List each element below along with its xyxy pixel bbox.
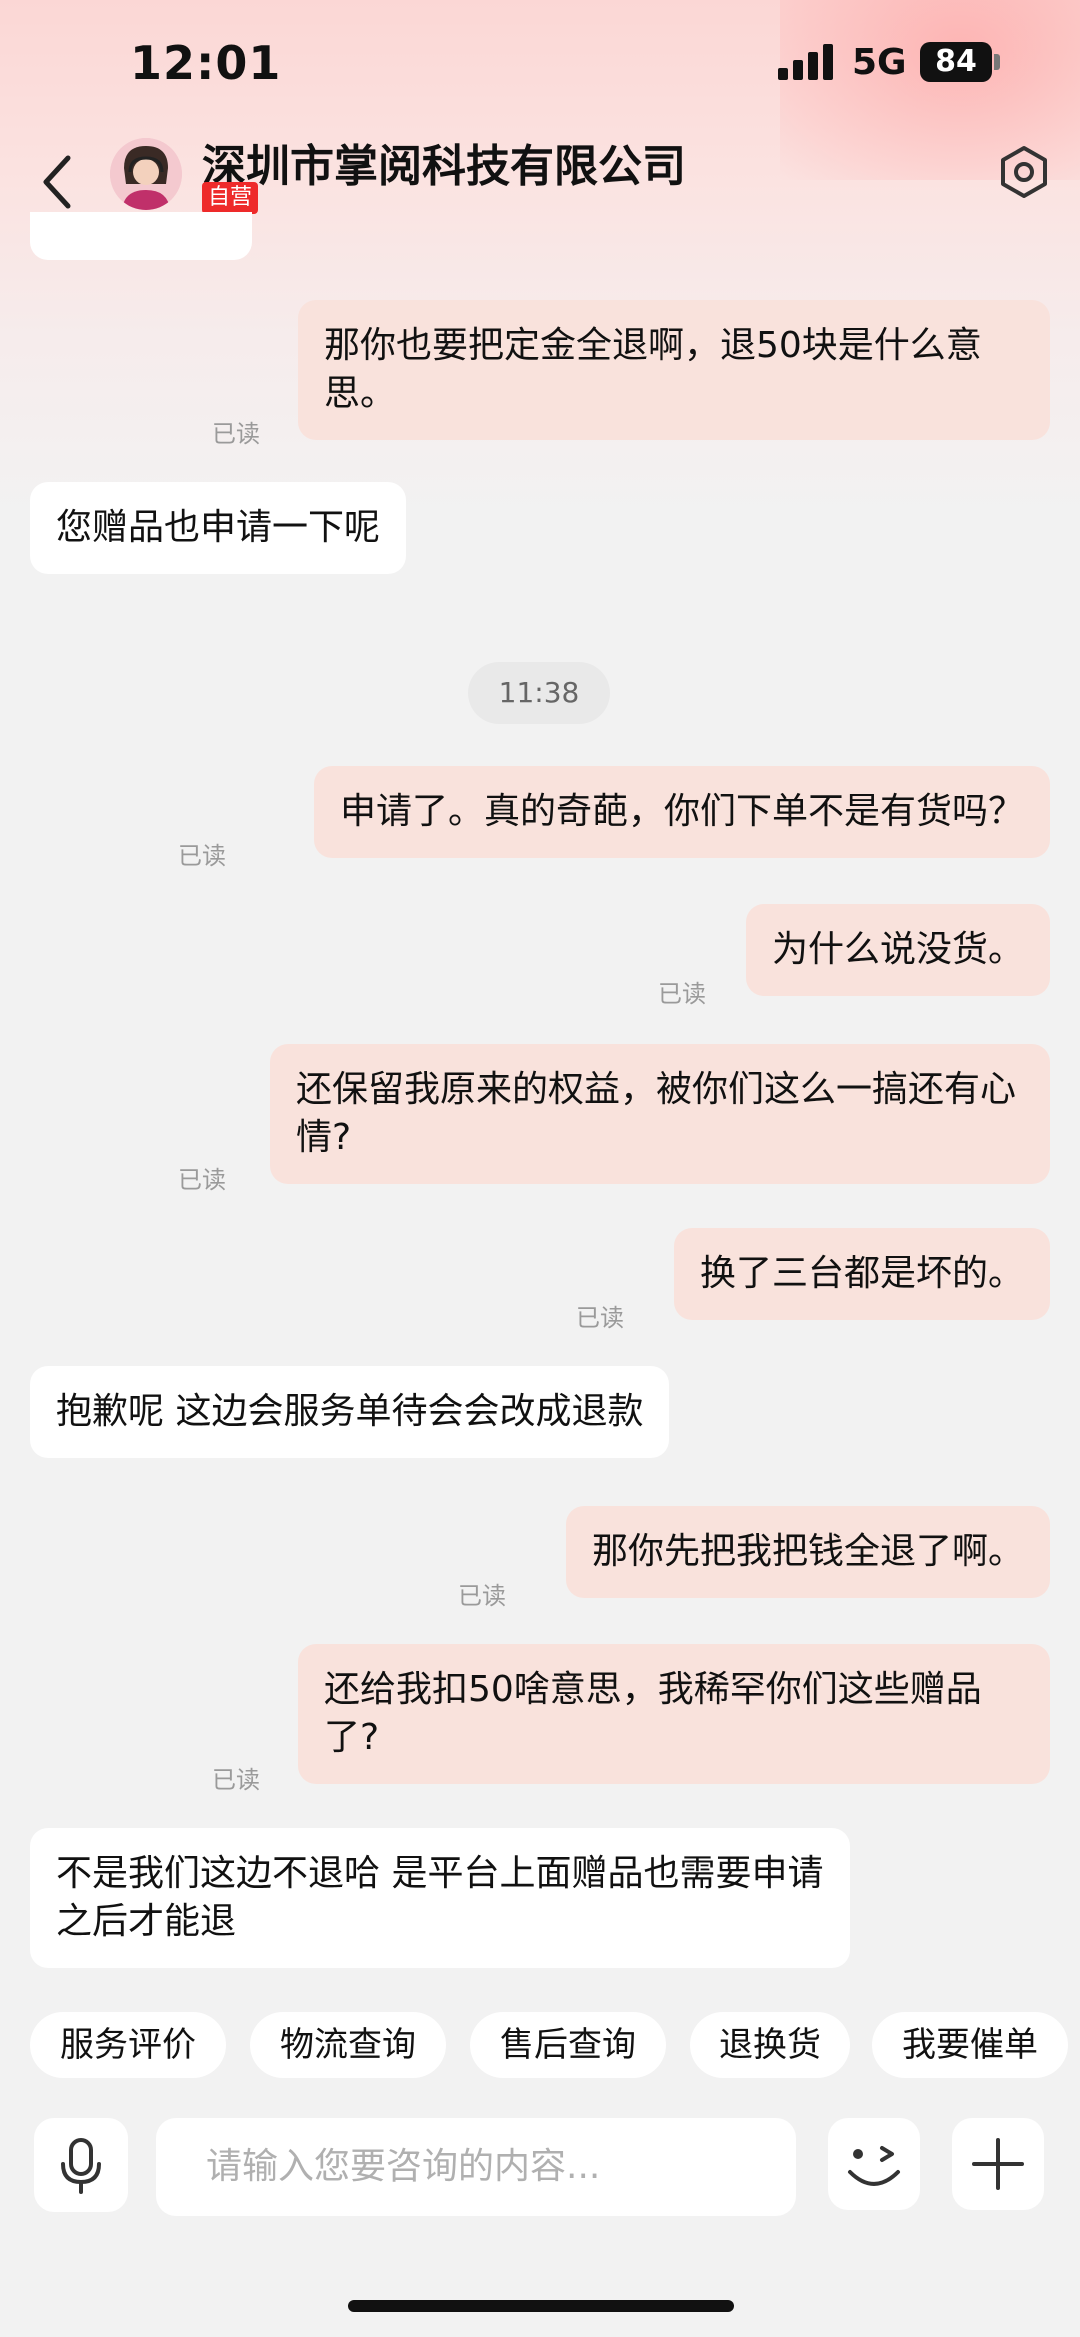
more-button[interactable] (952, 2118, 1044, 2210)
message-bubble-out[interactable]: 那你也要把定金全退啊，退50块是什么意思。 (298, 300, 1050, 440)
self-operated-badge: 自营 (202, 182, 259, 214)
quick-reply-logistics[interactable]: 物流查询 (250, 2012, 446, 2078)
status-bar: 12:01 5G 84 (0, 0, 1080, 130)
quick-reply-urge-order[interactable]: 我要催单 (872, 2012, 1068, 2078)
battery-tip (994, 54, 1000, 70)
message-text: 那你也要把定金全退啊，退50块是什么意思。 (324, 325, 982, 414)
read-receipt: 已读 (658, 980, 706, 1008)
message-bubble-out[interactable]: 那你先把我把钱全退了啊。 (565, 1506, 1050, 1598)
message-bubble-in[interactable]: 您赠品也申请一下呢 (30, 482, 407, 574)
partial-message-bubble (30, 212, 252, 260)
quick-reply-service-review[interactable]: 服务评价 (30, 2012, 226, 2078)
plus-icon (972, 2138, 1024, 2190)
read-receipt: 已读 (458, 1582, 506, 1610)
wink-emoji-icon (848, 2146, 900, 2186)
voice-button[interactable] (34, 2118, 128, 2212)
message-text: 申请了。真的奇葩，你们下单不是有货吗？ (339, 791, 1024, 832)
message-text: 还给我扣50啥意思，我稀罕你们这些赠品了? (324, 1669, 982, 1758)
message-input[interactable]: 请输入您要咨询的内容... (156, 2118, 796, 2216)
shop-name: 深圳市掌阅科技有限公司 (202, 141, 686, 192)
read-receipt: 已读 (212, 420, 260, 448)
message-bubble-out[interactable]: 还给我扣50啥意思，我稀罕你们这些赠品了? (298, 1644, 1050, 1784)
quick-reply-return-exchange[interactable]: 退换货 (690, 2012, 850, 2078)
message-bubble-in[interactable]: 不是我们这边不退哈 是平台上面赠品也需要申请之后才能退 (30, 1828, 850, 1968)
message-bubble-out[interactable]: 还保留我原来的权益，被你们这么一搞还有心情? (270, 1044, 1050, 1184)
home-indicator (348, 2300, 734, 2312)
read-receipt: 已读 (212, 1766, 260, 1794)
battery-icon: 84 (920, 42, 992, 82)
message-bubble-out[interactable]: 换了三台都是坏的。 (673, 1228, 1050, 1320)
message-text: 您赠品也申请一下呢 (56, 507, 381, 548)
message-text: 为什么说没货。 (771, 929, 1024, 970)
read-receipt: 已读 (576, 1304, 624, 1332)
message-bubble-out[interactable]: 申请了。真的奇葩，你们下单不是有货吗？ (313, 766, 1050, 858)
message-text: 换了三台都是坏的。 (699, 1253, 1024, 1294)
microphone-icon (61, 2138, 101, 2194)
message-text: 还保留我原来的权益，被你们这么一搞还有心情? (296, 1069, 1017, 1158)
battery-level: 84 (935, 44, 977, 79)
read-receipt: 已读 (178, 1166, 226, 1194)
chevron-left-icon[interactable] (38, 150, 78, 214)
message-text: 抱歉呢 这边会服务单待会会改成退款 (56, 1391, 644, 1432)
message-text: 不是我们这边不退哈 是平台上面赠品也需要申请之后才能退 (56, 1853, 824, 1942)
hexagon-settings-icon[interactable] (996, 144, 1052, 200)
emoji-button[interactable] (828, 2118, 920, 2210)
message-bubble-in[interactable]: 抱歉呢 这边会服务单待会会改成退款 (30, 1366, 670, 1458)
status-time: 12:01 (130, 36, 282, 90)
agent-avatar-icon (110, 138, 182, 210)
quick-reply-after-sales[interactable]: 售后查询 (470, 2012, 666, 2078)
message-bubble-out[interactable]: 为什么说没货。 (745, 904, 1050, 996)
avatar[interactable] (110, 138, 182, 210)
message-text: 那你先把我把钱全退了啊。 (591, 1531, 1024, 1572)
time-divider: 11:38 (468, 662, 610, 724)
network-type: 5G (852, 42, 907, 83)
read-receipt: 已读 (178, 842, 226, 870)
signal-icon (778, 44, 834, 80)
